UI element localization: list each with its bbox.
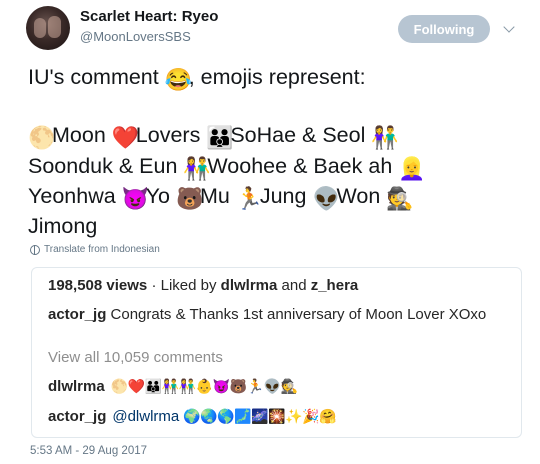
- full-moon-emoji-icon: 🌕: [28, 125, 56, 150]
- tweet-text: Won: [336, 184, 381, 208]
- sparkler-emoji-icon: 🎇: [268, 408, 286, 424]
- display-name[interactable]: Scarlet Heart: Ryeo: [80, 8, 218, 25]
- alien-emoji-icon: 👽: [312, 186, 340, 211]
- caption-comment: actor_jg Congrats & Thanks 1st anniversa…: [48, 306, 498, 324]
- full-moon-emoji-icon: 🌕: [110, 378, 129, 394]
- globe-europe-emoji-icon: 🌍: [183, 408, 201, 424]
- avatar-figure-right: [48, 16, 61, 38]
- tweet-line-1: IU's comment 😂, emojis represent:: [28, 63, 528, 92]
- sparkles-emoji-icon: ✨: [285, 408, 303, 424]
- laughing-emoji-icon: 😂: [164, 67, 193, 92]
- comment-user[interactable]: dlwlrma: [48, 378, 105, 395]
- tweet-text: Woohee & Baek ah: [207, 154, 393, 178]
- bear-emoji-icon: 🐻: [229, 378, 248, 394]
- embedded-instagram-card[interactable]: 198,508 views · Liked by dlwlrma and z_h…: [31, 267, 522, 438]
- comment-row: actor_jg @dlwlrma 🌍 🌏 🌎 🗾 🌌 🎇 ✨ 🎉 🤗: [48, 408, 337, 425]
- tweet-text: Lovers: [135, 123, 201, 147]
- detective-emoji-icon: 🕵️: [386, 186, 414, 211]
- view-all-comments-link[interactable]: View all 10,059 comments: [48, 349, 223, 366]
- liked-by-prefix: · Liked by: [151, 277, 217, 294]
- chevron-down-icon[interactable]: [503, 21, 515, 33]
- blond-woman-emoji-icon: 👱‍♀️: [398, 156, 426, 181]
- profile-avatar[interactable]: [26, 6, 70, 50]
- tweet-text: Yo: [145, 184, 170, 208]
- tweet-text: , emojis represent:: [188, 65, 366, 89]
- couple-emoji-icon: 👫: [183, 156, 211, 181]
- tweet-text: Soonduk & Eun: [28, 154, 178, 178]
- milky-way-emoji-icon: 🌌: [251, 408, 269, 424]
- tweet-text: Moon: [52, 123, 106, 147]
- heart-emoji-icon: ❤️: [127, 378, 146, 394]
- tweet-timestamp[interactable]: 5:53 AM - 29 Aug 2017: [30, 445, 147, 457]
- hugging-emoji-icon: 🤗: [319, 408, 337, 424]
- comment-user[interactable]: actor_jg: [48, 408, 106, 425]
- smiling-devil-emoji-icon: 😈: [121, 186, 150, 211]
- tweet-line-5: Jimong: [28, 214, 98, 238]
- couple-emoji-icon: 👫: [371, 125, 399, 150]
- tweet-text: Yeonhwa: [28, 184, 116, 208]
- globe-asia-emoji-icon: 🌏: [200, 408, 218, 424]
- tweet-text: Jung: [259, 184, 307, 208]
- couple-emoji-icon: 👫: [178, 378, 197, 394]
- translate-link[interactable]: Translate from Indonesian: [30, 244, 160, 255]
- map-japan-emoji-icon: 🗾: [234, 408, 252, 424]
- globe-icon: [30, 244, 40, 255]
- tweet-text: SoHae & Seol: [230, 123, 366, 147]
- tweet-line-3: Soonduk & Eun 👫Woohee & Baek ah 👱‍♀️: [28, 152, 528, 181]
- bear-emoji-icon: 🐻: [175, 186, 204, 211]
- translate-label: Translate from Indonesian: [44, 244, 160, 255]
- tweet-text: IU's comment: [28, 65, 159, 89]
- comment-body: Congrats & Thanks 1st anniversary of Moo…: [110, 306, 487, 323]
- party-popper-emoji-icon: 🎉: [302, 408, 320, 424]
- tweet-text: Mu: [199, 184, 230, 208]
- heart-emoji-icon: ❤️: [111, 125, 140, 150]
- baby-emoji-icon: 👶: [195, 378, 214, 394]
- tweet-line-2: 🌕Moon ❤️Lovers 👪SoHae & Seol 👫: [28, 121, 528, 150]
- liked-user-2[interactable]: z_hera: [311, 277, 359, 294]
- comment-row: dlwlrma 🌕 ❤️ 👪 👫 👫 👶 😈 🐻 🏃 👽 🕵️: [48, 378, 298, 395]
- family-emoji-icon: 👪: [206, 125, 234, 150]
- couple-emoji-icon: 👫: [161, 378, 180, 394]
- globe-americas-emoji-icon: 🌎: [217, 408, 235, 424]
- views-line: 198,508 views · Liked by dlwlrma and z_h…: [48, 277, 358, 294]
- family-emoji-icon: 👪: [144, 378, 163, 394]
- mention-link[interactable]: @dlwlrma: [112, 408, 179, 425]
- tweet-line-4: Yeonhwa 😈Yo 🐻Mu 🏃Jung 👽Won 🕵️: [28, 182, 528, 211]
- runner-emoji-icon: 🏃: [235, 186, 264, 211]
- following-button[interactable]: Following: [398, 15, 490, 43]
- avatar-figure-left: [34, 18, 46, 38]
- detective-emoji-icon: 🕵️: [280, 378, 299, 394]
- liked-and: and: [281, 277, 307, 294]
- comment-user[interactable]: actor_jg: [48, 306, 106, 323]
- smiling-devil-emoji-icon: 😈: [212, 378, 231, 394]
- views-count: 198,508 views: [48, 277, 148, 294]
- runner-emoji-icon: 🏃: [246, 378, 265, 394]
- user-handle[interactable]: @MoonLoversSBS: [80, 29, 191, 44]
- liked-user-1[interactable]: dlwlrma: [221, 277, 278, 294]
- alien-emoji-icon: 👽: [263, 378, 282, 394]
